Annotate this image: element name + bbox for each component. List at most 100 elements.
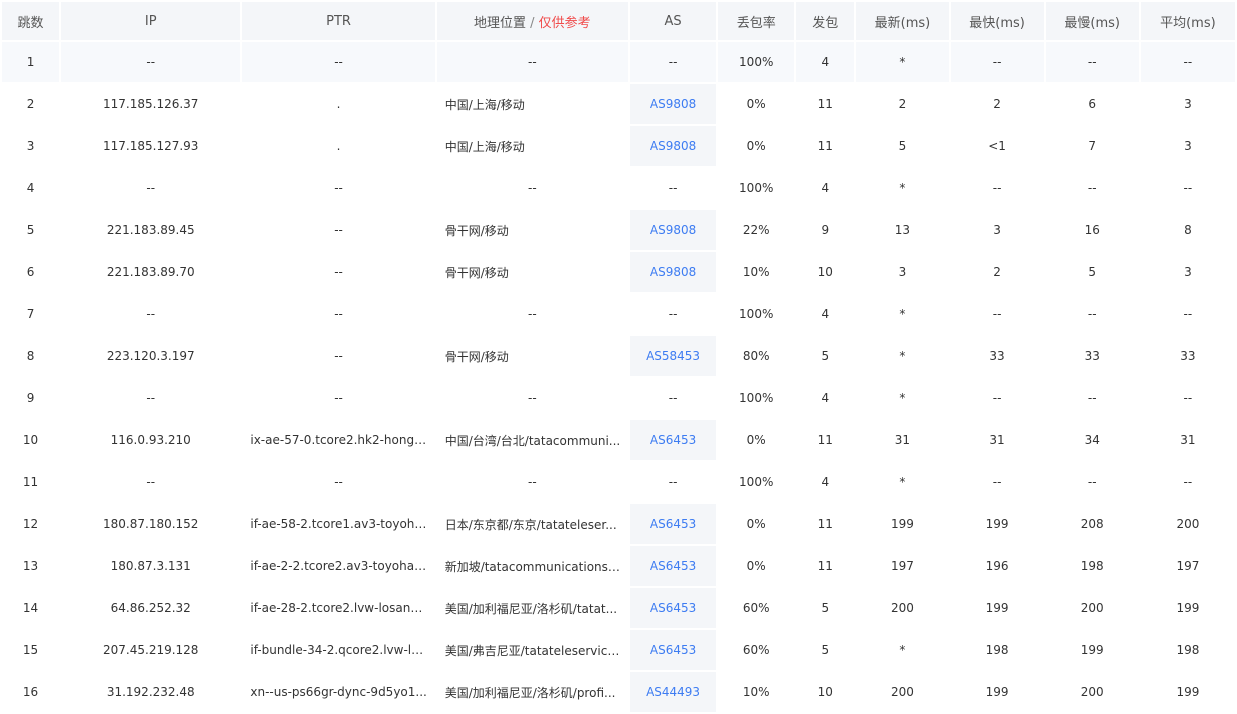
last-cell: * (856, 630, 949, 670)
as-link[interactable]: AS9808 (650, 265, 696, 279)
worst-cell: -- (1045, 378, 1139, 418)
as-link[interactable]: AS6453 (650, 643, 696, 657)
hop-cell: 1 (2, 42, 60, 82)
as-cell: AS58453 (630, 336, 717, 376)
header-row: 跳数 IP PTR 地理位置 / 仅供参考 AS 丢包率 发包 最新(ms) 最… (2, 2, 1235, 40)
sent-cell: 11 (796, 84, 855, 124)
as-link[interactable]: AS9808 (650, 139, 696, 153)
loss-cell: 10% (718, 672, 795, 712)
avg-cell: -- (1140, 294, 1235, 334)
header-geo-label: 地理位置 (474, 15, 527, 31)
as-link[interactable]: AS58453 (646, 349, 700, 363)
worst-cell: 208 (1045, 504, 1139, 544)
avg-cell: 3 (1140, 252, 1235, 292)
ptr-cell: -- (242, 210, 435, 250)
sent-cell: 11 (796, 546, 855, 586)
header-geo-separator: / (526, 15, 539, 31)
sent-cell: 5 (796, 336, 855, 376)
hop-cell: 15 (2, 630, 60, 670)
loss-cell: 100% (718, 378, 795, 418)
table-row: 11 -- -- -- -- 100% 4 * -- -- -- (2, 462, 1235, 502)
as-link[interactable]: AS9808 (650, 97, 696, 111)
worst-cell: 34 (1045, 420, 1139, 460)
hop-cell: 7 (2, 294, 60, 334)
avg-cell: -- (1140, 462, 1235, 502)
header-worst: 最慢(ms) (1045, 2, 1139, 40)
avg-cell: 33 (1140, 336, 1235, 376)
loss-cell: 60% (718, 588, 795, 628)
best-cell: -- (950, 462, 1044, 502)
avg-cell: 31 (1140, 420, 1235, 460)
as-cell: AS6453 (630, 588, 717, 628)
loss-cell: 0% (718, 126, 795, 166)
geo-cell: -- (436, 378, 628, 418)
last-cell: 197 (856, 546, 949, 586)
as-cell: AS6453 (630, 504, 717, 544)
worst-cell: 6 (1045, 84, 1139, 124)
table-row: 10 116.0.93.210 ix-ae-57-0.tcore2.hk2-hong… (2, 420, 1235, 460)
ptr-cell: -- (242, 42, 435, 82)
ip-cell: 31.192.232.48 (61, 672, 241, 712)
best-cell: 2 (950, 84, 1044, 124)
loss-cell: 10% (718, 252, 795, 292)
geo-cell: 美国/加利福尼亚/洛杉矶/profi... (436, 672, 628, 712)
table-row: 15 207.45.219.128 if-bundle-34-2.qcore2.lv… (2, 630, 1235, 670)
last-cell: * (856, 294, 949, 334)
worst-cell: 7 (1045, 126, 1139, 166)
geo-cell: -- (436, 168, 628, 208)
as-link[interactable]: AS6453 (650, 601, 696, 615)
worst-cell: 16 (1045, 210, 1139, 250)
ip-cell: -- (61, 378, 241, 418)
table-row: 4 -- -- -- -- 100% 4 * -- -- -- (2, 168, 1235, 208)
geo-cell: 中国/上海/移动 (436, 84, 628, 124)
worst-cell: -- (1045, 42, 1139, 82)
ip-cell: 223.120.3.197 (61, 336, 241, 376)
as-cell: AS9808 (630, 252, 717, 292)
loss-cell: 80% (718, 336, 795, 376)
ip-cell: 221.183.89.70 (61, 252, 241, 292)
ip-cell: 207.45.219.128 (61, 630, 241, 670)
geo-cell: 新加坡/tatacommunications.... (436, 546, 628, 586)
hop-cell: 13 (2, 546, 60, 586)
ptr-cell: -- (242, 336, 435, 376)
hop-cell: 4 (2, 168, 60, 208)
avg-cell: 199 (1140, 672, 1235, 712)
hop-cell: 12 (2, 504, 60, 544)
avg-cell: 197 (1140, 546, 1235, 586)
avg-cell: 8 (1140, 210, 1235, 250)
sent-cell: 5 (796, 588, 855, 628)
ip-cell: 64.86.252.32 (61, 588, 241, 628)
as-link[interactable]: AS6453 (650, 517, 696, 531)
avg-cell: 198 (1140, 630, 1235, 670)
avg-cell: -- (1140, 42, 1235, 82)
table-row: 9 -- -- -- -- 100% 4 * -- -- -- (2, 378, 1235, 418)
header-loss: 丢包率 (718, 2, 795, 40)
as-cell: -- (630, 378, 717, 418)
last-cell: * (856, 168, 949, 208)
ip-cell: 180.87.180.152 (61, 504, 241, 544)
ptr-cell: . (242, 126, 435, 166)
as-link[interactable]: AS9808 (650, 223, 696, 237)
hop-cell: 14 (2, 588, 60, 628)
header-geo-hint: 仅供参考 (538, 15, 591, 31)
best-cell: -- (950, 42, 1044, 82)
as-link[interactable]: AS6453 (650, 433, 696, 447)
table-row: 6 221.183.89.70 -- 骨干网/移动 AS9808 10% 10 3 2 5 3 (2, 252, 1235, 292)
sent-cell: 11 (796, 420, 855, 460)
header-as: AS (630, 2, 717, 40)
best-cell: 199 (950, 588, 1044, 628)
header-last: 最新(ms) (856, 2, 949, 40)
worst-cell: -- (1045, 168, 1139, 208)
as-link[interactable]: AS6453 (650, 559, 696, 573)
hop-cell: 11 (2, 462, 60, 502)
hop-cell: 2 (2, 84, 60, 124)
sent-cell: 5 (796, 630, 855, 670)
hop-cell: 3 (2, 126, 60, 166)
geo-cell: 中国/台湾/台北/tatacommuni... (436, 420, 628, 460)
avg-cell: -- (1140, 168, 1235, 208)
geo-cell: -- (436, 294, 628, 334)
as-link[interactable]: AS44493 (646, 685, 700, 699)
geo-cell: 美国/弗吉尼亚/tatateleservice... (436, 630, 628, 670)
best-cell: 198 (950, 630, 1044, 670)
as-cell: -- (630, 168, 717, 208)
